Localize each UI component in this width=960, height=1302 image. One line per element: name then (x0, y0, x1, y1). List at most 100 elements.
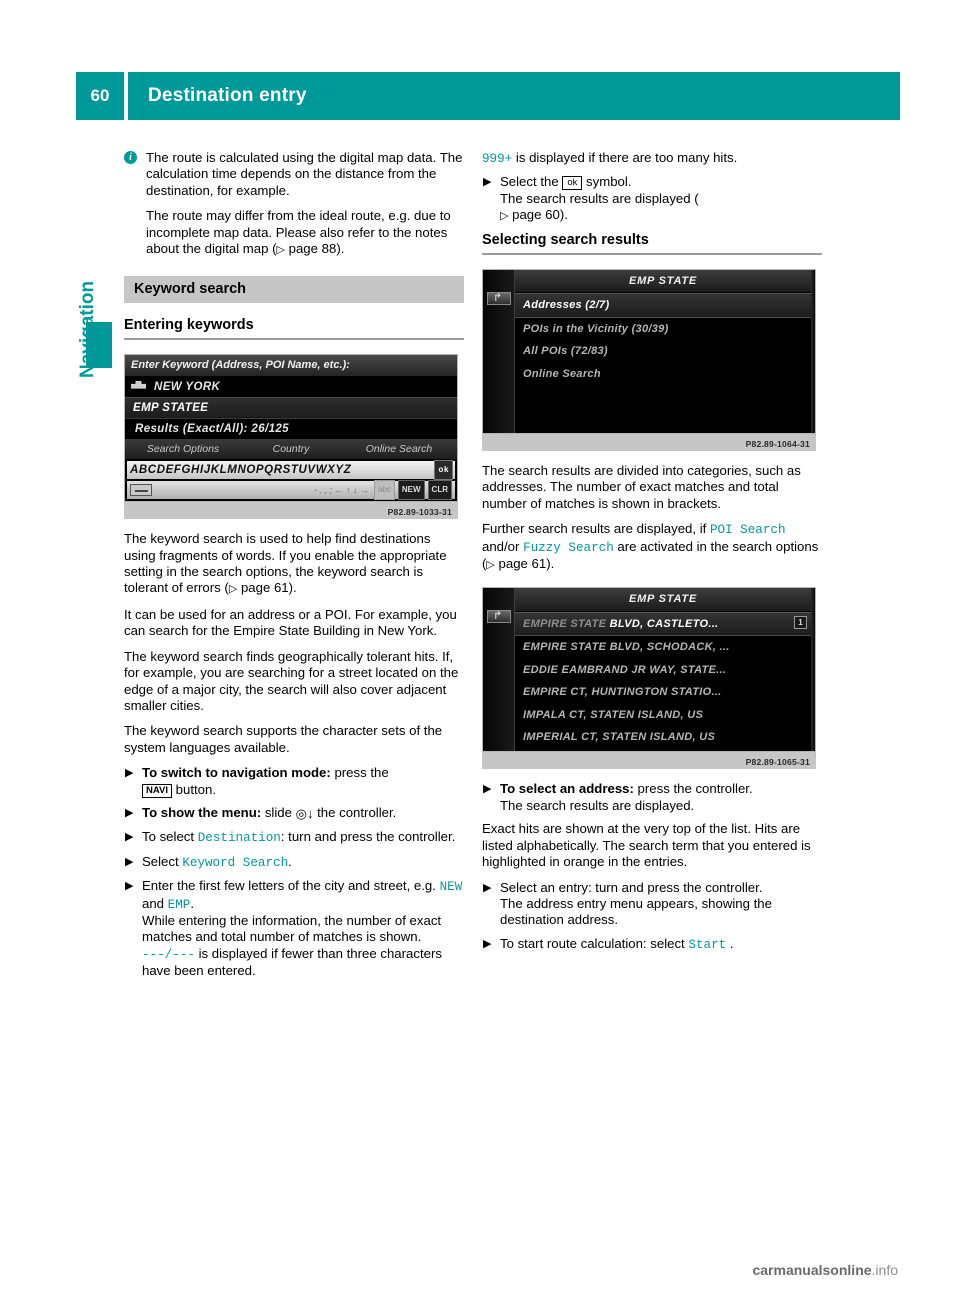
figure-caption-2-text: P82.89-1064-31 (745, 439, 810, 450)
figure-address-results: EMP STATE EMPIRE STATE BLVD, CASTLETO...… (482, 587, 816, 770)
body-paragraph-2: It can be used for an address or a POI. … (124, 606, 457, 639)
info-icon: i (124, 151, 137, 164)
list-item: All POIs (72/83) (523, 345, 608, 358)
screen-soft-keys: Search Options Country Online Search (125, 438, 457, 460)
list-item: Online Search (523, 367, 601, 380)
step-text-after: . (288, 853, 292, 869)
right-body-paragraph-1: The search results are divided into cate… (482, 463, 801, 511)
right-body-2-end: ). (546, 556, 555, 572)
footer-watermark: carmanualsonline.info (752, 1262, 898, 1278)
hits-count-value: 999+ (482, 152, 513, 166)
step-arrow-icon: ▶ (483, 176, 492, 189)
right-body-2-mid: and/or (482, 538, 524, 554)
step-text-before: Select (142, 853, 183, 869)
list-item: IMPALA CT, STATEN ISLAND, US (523, 708, 704, 721)
screen-list-area: EMP STATE EMPIRE STATE BLVD, CASTLETO...… (515, 588, 811, 751)
body-paragraph-3: The keyword search finds geographically … (124, 648, 459, 713)
list-item: EMPIRE STATE BLVD, SCHODACK, ... (523, 641, 730, 654)
info-note: i The route is calculated using the digi… (124, 150, 464, 258)
section-heading-keyword-search: Keyword search (124, 276, 464, 303)
page-ref-88-label: page 88 (288, 241, 337, 257)
note-paragraph-2: The route may differ from the ideal rout… (146, 208, 464, 258)
dashes-placeholder: ---/--- (142, 947, 195, 962)
option-poi-search: POI Search (709, 523, 786, 538)
page-header: 60 Destination entry (76, 72, 900, 120)
back-arrow-icon (487, 292, 511, 306)
step-sub-line: The address entry menu appears, showing … (500, 895, 772, 928)
backspace-icon (130, 484, 152, 497)
step-enter-letters: ▶ Enter the first few letters of the cit… (124, 878, 464, 979)
figure-caption-1-text: P82.89-1033-31 (387, 507, 452, 518)
screen-title-emp-state: EMP STATE (515, 588, 811, 612)
figure-caption-3: P82.89-1065-31 (482, 752, 816, 770)
soft-key-search-options: Search Options (146, 442, 220, 455)
step-text-before: To start route calculation: select (500, 935, 689, 951)
right-body-2-a: Further search results are displayed, if (482, 521, 710, 537)
sub-heading-entering-keywords: Entering keywords (124, 317, 464, 341)
screen-right-edge (811, 270, 815, 434)
screen-bottom-bar: - . , ; ← ↑ ↓ → abc NEW CLR (127, 480, 455, 501)
right-body-paragraph-2: Further search results are displayed, if… (482, 521, 822, 573)
step-sub-end: ). (559, 207, 568, 223)
step-select-destination: ▶ To select Destination: turn and press … (124, 829, 464, 846)
clr-chip-icon: CLR (427, 480, 452, 501)
step-bold-label: To show the menu: (142, 804, 262, 820)
page-ref-61-b: ▷ page 61 (486, 556, 547, 572)
screen-list-area: EMP STATE Addresses (2/7) POIs in the Vi… (515, 270, 811, 433)
step-text-after: : turn and press the controller. (280, 829, 456, 845)
step-text-mid: and (142, 895, 168, 911)
menu-item-keyword-search: Keyword Search (182, 855, 289, 870)
step-bold-label: To select an address: (500, 781, 634, 797)
step-text-before: slide (261, 804, 296, 820)
hits-text: is displayed if there are too many hits. (512, 150, 738, 165)
figure-keyword-entry: Enter Keyword (Address, POI Name, etc.):… (124, 354, 458, 520)
page-ref-88: ▷ page 88 (276, 241, 337, 257)
menu-item-start: Start (688, 937, 727, 952)
list-item: EMPIRE CT, HUNTINGTON STATIO... (523, 686, 722, 699)
screen-left-rail (483, 270, 515, 434)
example-new: NEW (439, 880, 463, 895)
step-arrow-icon: ▶ (125, 855, 134, 868)
device-screen-keyword-entry: Enter Keyword (Address, POI Name, etc.):… (124, 354, 458, 503)
list-item: IMPERIAL CT, STATEN ISLAND, US (523, 730, 716, 743)
hits-paragraph: 999+ is displayed if there are too many … (482, 150, 822, 167)
step-text-before: press the (330, 765, 389, 781)
step-text-after: symbol. (582, 174, 632, 190)
step-text: Select an entry: turn and press the cont… (500, 879, 763, 895)
ok-symbol-icon: ok (562, 176, 583, 191)
step-sub-line: While entering the information, the numb… (142, 912, 442, 945)
step-arrow-icon: ▶ (125, 880, 134, 893)
soft-key-country: Country (272, 442, 310, 455)
screen-row-city-label: NEW YORK (154, 380, 221, 393)
screen-row-entry: EMP STATEE (125, 397, 457, 420)
sub-heading-selecting-search-results: Selecting search results (482, 232, 822, 256)
device-screen-address-list: EMP STATE EMPIRE STATE BLVD, CASTLETO...… (482, 587, 816, 753)
step-text-after: the controller. (313, 804, 397, 820)
back-arrow-icon (487, 610, 511, 624)
step-bold-label: To switch to navigation mode: (142, 765, 331, 781)
note-paragraph-1: The route is calculated using the digita… (146, 150, 463, 198)
device-screen-categories: EMP STATE Addresses (2/7) POIs in the Vi… (482, 269, 816, 435)
step-arrow-icon: ▶ (483, 783, 492, 796)
page-number: 60 (76, 72, 124, 120)
soft-key-online-search: Online Search (365, 442, 433, 455)
step-start-route-calculation: ▶ To start route calculation: select Sta… (482, 936, 822, 953)
page-ref-61-a-label: page 61 (240, 580, 289, 596)
list-item-match-prefix: EMPIRE STATE (523, 617, 610, 630)
new-chip-icon: NEW (397, 480, 425, 501)
screen-row-city: NEW YORK (125, 377, 457, 397)
step-switch-nav-mode: ▶ To switch to navigation mode: press th… (124, 765, 464, 798)
step-select-keyword-search: ▶ Select Keyword Search. (124, 854, 464, 871)
page-ref-61-b-label: page 61 (498, 556, 547, 572)
step-arrow-icon: ▶ (125, 767, 134, 780)
screen-row-results: Results (Exact/All): 26/125 (135, 423, 289, 436)
note-p2-end: ). (336, 241, 345, 257)
section-tab-label: Navigation (77, 280, 98, 378)
left-column: i The route is calculated using the digi… (124, 150, 464, 987)
step-text-after: . (726, 935, 734, 951)
screen-title-emp-state: EMP STATE (515, 270, 811, 294)
right-column: 999+ is displayed if there are too many … (482, 150, 822, 960)
footer-tld: .info (871, 1262, 898, 1278)
abc-chip-icon: abc (373, 480, 395, 501)
step-select-an-entry: ▶ Select an entry: turn and press the co… (482, 880, 822, 929)
